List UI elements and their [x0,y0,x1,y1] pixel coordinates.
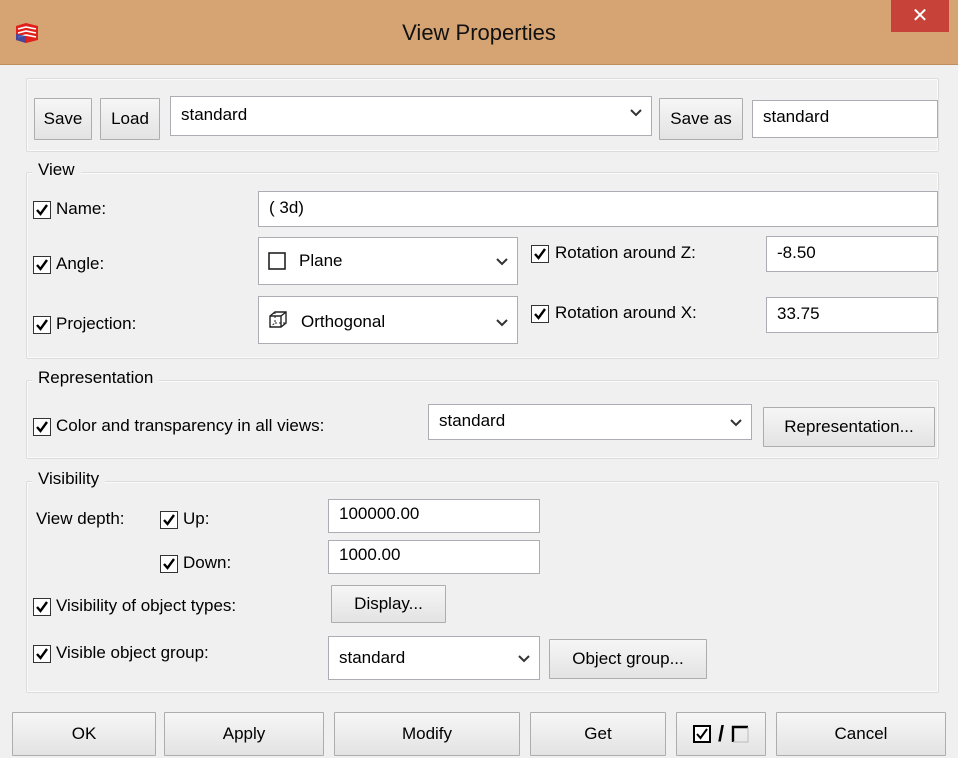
up-label: Up: [183,509,210,528]
up-checkbox[interactable] [160,511,178,529]
rotation-z-input[interactable]: -8.50 [766,236,938,272]
chevron-down-icon [496,258,508,266]
rotation-z-label: Rotation around Z: [555,243,696,262]
load-button[interactable]: Load [100,98,160,140]
view-depth-label: View depth: [36,509,125,528]
unchecked-box-icon [731,725,749,743]
rotation-x-checkbox[interactable] [531,305,549,323]
ok-button[interactable]: OK [12,712,156,756]
angle-select[interactable]: Plane [258,237,518,285]
checkmark-icon [36,204,48,216]
checkmark-icon [36,648,48,660]
save-as-name-input[interactable]: standard [752,100,938,138]
cube-icon [269,311,287,328]
checked-box-icon [692,725,711,743]
chevron-down-icon [496,319,508,327]
preset-select[interactable]: standard [170,96,652,136]
representation-button[interactable]: Representation... [763,407,935,447]
toggle-separator: / [717,721,725,746]
down-checkbox[interactable] [160,555,178,573]
down-depth-input[interactable]: 1000.00 [328,540,540,574]
rotation-x-label: Rotation around X: [555,303,697,322]
save-button[interactable]: Save [34,98,92,140]
name-label: Name: [56,199,107,218]
object-group-label: Visible object group: [56,643,209,662]
color-transparency-checkbox[interactable] [33,418,51,436]
chevron-down-icon [730,419,742,427]
rotation-x-input[interactable]: 33.75 [766,297,938,333]
close-icon: ✕ [911,5,929,27]
preset-select-value: standard [181,105,248,124]
name-input[interactable]: ( 3d) [258,191,938,227]
view-panel-title: View [32,160,81,180]
color-transparency-label: Color and transparency in all views: [56,416,325,435]
up-depth-input[interactable]: 100000.00 [328,499,540,533]
checkmark-icon [36,421,48,433]
rotation-z-checkbox[interactable] [531,245,549,263]
projection-select-value: Orthogonal [301,312,386,331]
angle-checkbox[interactable] [33,256,51,274]
get-button[interactable]: Get [530,712,666,756]
name-checkbox[interactable] [33,201,51,219]
checkmark-icon [36,319,48,331]
save-as-button[interactable]: Save as [659,98,743,140]
object-group-value: standard [339,648,406,667]
chevron-down-icon [630,109,642,117]
check-all-toggle-button[interactable]: / [676,712,766,756]
color-transparency-value: standard [439,411,506,430]
angle-select-value: Plane [299,251,343,270]
projection-select[interactable]: Orthogonal [258,296,518,344]
checkmark-icon [36,259,48,271]
view-properties-dialog: View Properties ✕ Save Load standard Sav… [0,0,958,758]
square-icon [268,252,286,270]
object-types-checkbox[interactable] [33,598,51,616]
checkmark-icon [36,601,48,613]
down-label: Down: [183,553,232,572]
checkmark-icon [163,514,175,526]
checkmark-icon [163,558,175,570]
modify-button[interactable]: Modify [334,712,520,756]
apply-button[interactable]: Apply [164,712,324,756]
window-title: View Properties [402,20,556,45]
projection-label: Projection: [56,314,137,333]
checkmark-icon [534,308,546,320]
object-group-button[interactable]: Object group... [549,639,707,679]
checkmark-icon [534,248,546,260]
title-bar: View Properties ✕ [0,0,958,65]
close-button[interactable]: ✕ [891,0,949,32]
representation-panel-title: Representation [32,368,160,388]
visibility-panel-title: Visibility [32,469,106,489]
object-group-checkbox[interactable] [33,645,51,663]
chevron-down-icon [518,655,530,663]
projection-checkbox[interactable] [33,316,51,334]
cancel-button[interactable]: Cancel [776,712,946,756]
display-button[interactable]: Display... [331,585,446,623]
object-types-label: Visibility of object types: [56,596,237,615]
object-group-select[interactable]: standard [328,636,540,680]
color-transparency-select[interactable]: standard [428,404,752,440]
angle-label: Angle: [56,254,105,273]
